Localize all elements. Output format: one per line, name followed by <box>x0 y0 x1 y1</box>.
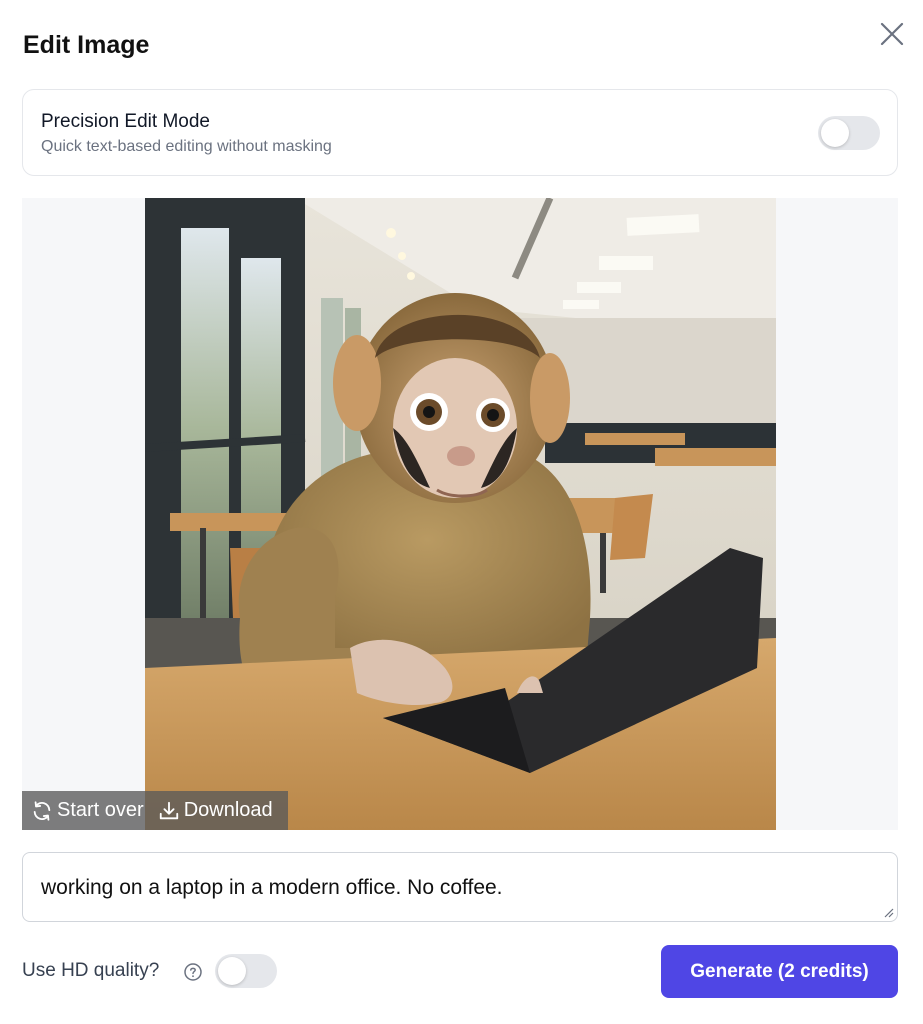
download-button[interactable]: Download <box>144 791 273 830</box>
help-icon[interactable] <box>183 962 203 982</box>
dialog-title: Edit Image <box>23 31 150 59</box>
close-button[interactable] <box>876 18 908 50</box>
precision-edit-card: Precision Edit Mode Quick text-based edi… <box>22 89 898 176</box>
start-over-label: Start over <box>57 799 144 821</box>
image-preview-area: Start over Download <box>22 198 898 830</box>
hd-quality-label: Use HD quality? <box>22 960 160 981</box>
prompt-textarea[interactable]: working on a laptop in a modern office. … <box>22 852 898 922</box>
precision-edit-title: Precision Edit Mode <box>41 111 210 132</box>
download-icon <box>158 800 180 822</box>
resize-handle-icon[interactable] <box>882 906 894 918</box>
generate-button[interactable]: Generate (2 credits) <box>661 945 898 998</box>
refresh-icon <box>31 800 53 822</box>
precision-edit-subtitle: Quick text-based editing without masking <box>41 138 332 155</box>
image-action-bar: Start over Download <box>22 791 288 830</box>
download-label: Download <box>183 799 273 821</box>
edited-image <box>145 198 776 830</box>
start-over-button[interactable]: Start over <box>22 791 144 830</box>
prompt-value: working on a laptop in a modern office. … <box>41 876 503 899</box>
precision-edit-toggle[interactable] <box>818 116 880 150</box>
toggle-knob <box>218 957 246 985</box>
toggle-knob <box>821 119 849 147</box>
hd-quality-toggle[interactable] <box>215 954 277 988</box>
close-icon <box>880 22 904 46</box>
